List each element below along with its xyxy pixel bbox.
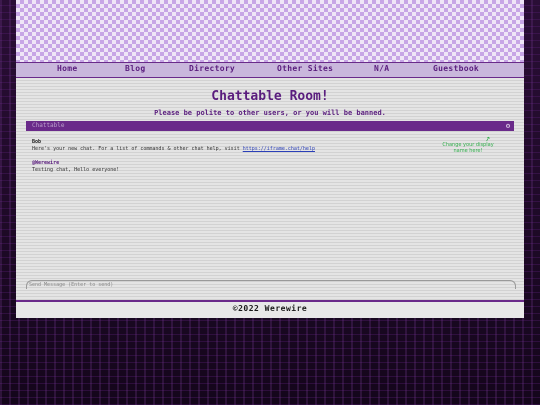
display-name-hint: Change your display name here! <box>442 142 494 154</box>
gear-icon[interactable]: ⚙ <box>504 122 512 130</box>
page-subtitle: Please be polite to other users, or you … <box>154 109 386 117</box>
message-user: @Werewire <box>32 160 60 166</box>
help-link[interactable]: https://iframe.chat/help <box>243 146 315 152</box>
message-body: Here's your new chat. For a list of comm… <box>32 146 243 152</box>
chat-message: Bob Here's your new chat. For a list of … <box>32 139 315 153</box>
message-text: Here's your new chat. For a list of comm… <box>32 146 315 153</box>
nav-item-na[interactable]: N/A <box>374 64 389 73</box>
nav-bar: Home Blog Directory Other Sites N/A Gues… <box>16 62 524 79</box>
message-user: Bob <box>32 139 42 145</box>
chat-header-bar: Chattable ⚙ <box>26 121 514 131</box>
page-title: Chattable Room! <box>211 89 329 104</box>
nav-item-home[interactable]: Home <box>57 64 77 73</box>
chat-message: @Werewire Testing chat, Hello everyone! <box>32 160 119 174</box>
nav-item-guestbook[interactable]: Guestbook <box>433 64 479 73</box>
footer-copyright: ©2022 Werewire <box>16 302 524 318</box>
message-text: Testing chat, Hello everyone! <box>32 167 120 173</box>
header-banner <box>16 0 524 62</box>
nav-item-directory[interactable]: Directory <box>189 64 235 73</box>
nav-item-other-sites[interactable]: Other Sites <box>277 64 333 73</box>
page-frame: Home Blog Directory Other Sites N/A Gues… <box>16 0 524 318</box>
chat-header-label: Chattable <box>32 122 65 129</box>
main-content: Chattable Room! Please be polite to othe… <box>16 78 524 302</box>
send-message-input[interactable]: Send Message (Enter to send) <box>26 280 516 289</box>
nav-item-blog[interactable]: Blog <box>125 64 145 73</box>
